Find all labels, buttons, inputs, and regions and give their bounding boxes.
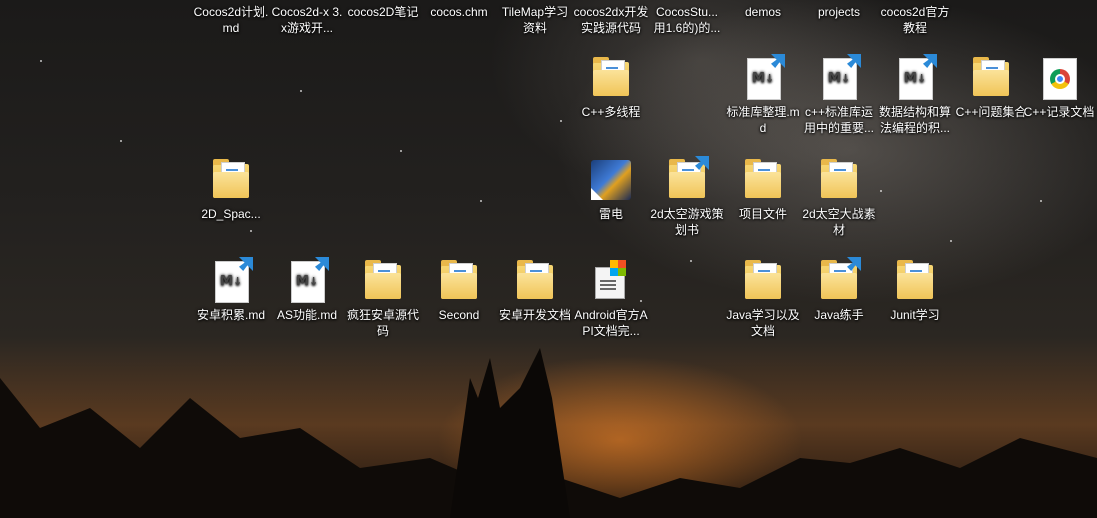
icon-label: 项目文件 — [738, 207, 787, 221]
desktop-icon-junit-study[interactable]: Junit学习 — [877, 259, 953, 323]
desktop-icon-stdlib-notes[interactable]: M 标准库整理.md — [725, 54, 801, 136]
icon-label: c++标准库运用中的重要... — [803, 105, 874, 135]
desktop-icon-projects[interactable]: projects — [801, 4, 877, 20]
icon-label: C++问题集合 — [955, 105, 1027, 119]
icon-label: 数据结构和算法编程的积... — [878, 105, 951, 135]
desktop-icon-cpp-stdlib-usage[interactable]: M c++标准库运用中的重要... — [801, 54, 877, 136]
desktop-icon-demos[interactable]: demos — [725, 4, 801, 20]
desktop-icon-2d-space-war-assets[interactable]: 2d太空大战素材 — [801, 158, 877, 238]
desktop-icon-cocosstudio[interactable]: CocosStu... 用1.6的)的... — [649, 4, 725, 36]
folder-icon — [213, 159, 249, 198]
folder-icon — [897, 260, 933, 299]
icon-label: 标准库整理.md — [726, 105, 800, 135]
desktop-icon-cpp-record-doc[interactable]: C++记录文档 — [1021, 56, 1097, 120]
desktop-icon-android-dev-docs[interactable]: 安卓开发文档 — [497, 259, 573, 323]
icon-label: Cocos2d-x 3.x游戏开... — [271, 5, 343, 35]
desktop-icon-cocos2d-notes[interactable]: cocos2D笔记 — [345, 4, 421, 20]
desktop-icon-cocos2dx-book[interactable]: Cocos2d-x 3.x游戏开... — [269, 4, 345, 36]
icon-label: Second — [438, 308, 480, 322]
desktop-icon-as-features[interactable]: M AS功能.md — [269, 257, 345, 323]
desktop-icon-crazy-android-source[interactable]: 疯狂安卓源代码 — [345, 259, 421, 339]
folder-icon — [745, 260, 781, 299]
folder-icon — [821, 159, 857, 198]
desktop-icon-2d-space-game-plan[interactable]: 2d太空游戏策划书 — [649, 156, 725, 238]
icon-label: 2D_Spac... — [201, 207, 261, 221]
desktop-icon-cocos2d-tutorial[interactable]: cocos2d官方教程 — [877, 4, 953, 36]
icon-label: Java练手 — [814, 308, 864, 322]
icon-label: C++多线程 — [581, 105, 641, 119]
desktop-icon-data-structures[interactable]: M 数据结构和算法编程的积... — [877, 54, 953, 136]
desktop-icon-raiden[interactable]: 雷电 — [573, 158, 649, 222]
desktop-icon-android-api-docs[interactable]: Android官方API文档完... — [573, 259, 649, 339]
desktop-icon-cocos2dx-source[interactable]: cocos2dx开发实践源代码 — [573, 4, 649, 36]
desktop-icon-2d-space[interactable]: 2D_Spac... — [193, 158, 269, 222]
folder-icon — [365, 260, 401, 299]
icon-label: demos — [744, 5, 782, 19]
icon-label: cocos2d官方教程 — [880, 5, 950, 35]
desktop-icon-cocos-chm[interactable]: cocos.chm — [421, 4, 497, 20]
installer-document-icon — [595, 260, 626, 299]
desktop: Cocos2d计划.md Cocos2d-x 3.x游戏开... cocos2D… — [0, 0, 1097, 518]
chrome-document-icon — [1043, 58, 1077, 100]
desktop-icon-project-files[interactable]: 项目文件 — [725, 158, 801, 222]
desktop-icon-tilemap[interactable]: TileMap学习资料 — [497, 4, 573, 36]
folder-icon — [973, 57, 1009, 96]
desktop-icon-java-practice[interactable]: Java练手 — [801, 257, 877, 323]
icon-label: Java学习以及文档 — [726, 308, 800, 338]
icon-label: Android官方API文档完... — [574, 308, 648, 338]
game-shortcut-icon — [591, 160, 631, 200]
desktop-icon-cocos2d-plan[interactable]: Cocos2d计划.md — [193, 4, 269, 36]
icon-label: cocos.chm — [430, 5, 488, 19]
icon-label: 安卓开发文档 — [498, 308, 571, 322]
desktop-icon-android-notes[interactable]: M 安卓积累.md — [193, 257, 269, 323]
folder-icon — [745, 159, 781, 198]
icon-label: C++记录文档 — [1023, 105, 1095, 119]
desktop-icon-second[interactable]: Second — [421, 259, 497, 323]
icon-label: 安卓积累.md — [196, 308, 265, 322]
desktop-icon-cpp-questions[interactable]: C++问题集合 — [953, 56, 1029, 120]
folder-icon — [593, 57, 629, 96]
desktop-icon-java-study[interactable]: Java学习以及文档 — [725, 259, 801, 339]
icon-label: cocos2dx开发实践源代码 — [573, 5, 649, 35]
icon-label: TileMap学习资料 — [501, 5, 569, 35]
icon-label: Cocos2d计划.md — [193, 5, 269, 35]
icon-label: 2d太空游戏策划书 — [650, 207, 724, 237]
folder-icon — [441, 260, 477, 299]
icon-label: CocosStu... 用1.6的)的... — [653, 5, 721, 35]
folder-icon — [517, 260, 553, 299]
desktop-icon-cpp-multithread[interactable]: C++多线程 — [573, 56, 649, 120]
icon-label: 雷电 — [598, 207, 623, 221]
icon-label: AS功能.md — [276, 308, 337, 322]
icon-label: cocos2D笔记 — [347, 5, 419, 19]
icon-label: Junit学习 — [890, 308, 940, 322]
icon-label: projects — [817, 5, 861, 19]
icon-label: 2d太空大战素材 — [802, 207, 876, 237]
icon-label: 疯狂安卓源代码 — [346, 308, 419, 338]
